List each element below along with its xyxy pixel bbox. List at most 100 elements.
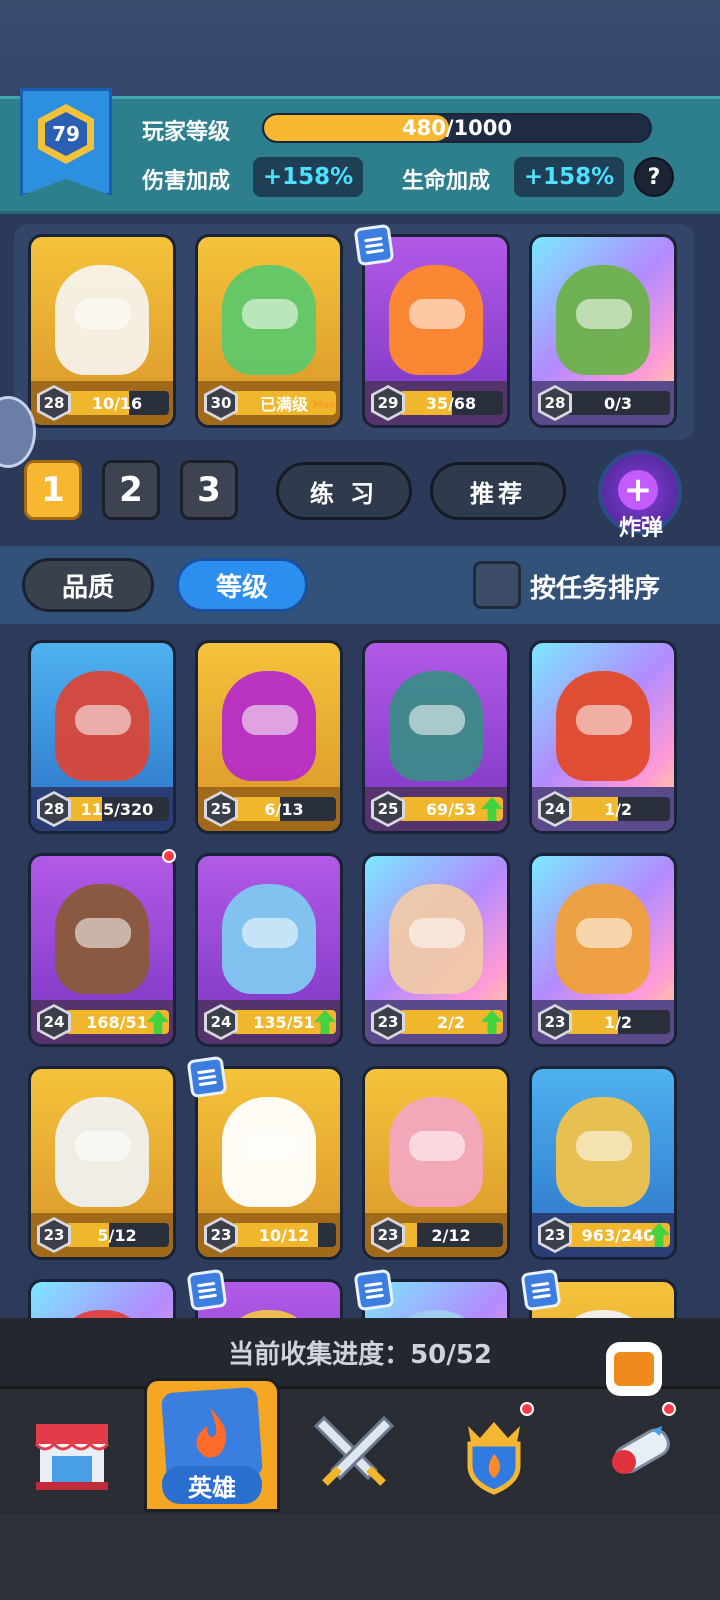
hero-shard-progress-bar: 115/320 xyxy=(65,797,169,821)
hero-shard-progress-bar: 1/2 xyxy=(566,797,670,821)
deck-hero-card[interactable]: 已满级 30 Max xyxy=(195,234,343,428)
shop-icon[interactable] xyxy=(22,1400,122,1500)
hero-info-strip: 10/12 23 xyxy=(198,1213,340,1257)
events-notification-dot xyxy=(662,1402,676,1416)
hero-level-number: 23 xyxy=(374,1220,402,1250)
deck-hero-card[interactable]: 10/16 28 xyxy=(28,234,176,428)
collection-hero-card[interactable]: 1/2 24 xyxy=(529,640,677,834)
hero-collection-grid[interactable]: 115/320 28 6/13 25 69/53 25 1/2 24 168/51 24 135/5… xyxy=(0,624,720,1318)
clipboard-line xyxy=(197,1281,216,1287)
collection-hero-card[interactable]: 963/240 23 xyxy=(529,1066,677,1260)
hero-face xyxy=(75,1131,131,1161)
hero-level-number: 25 xyxy=(374,794,402,824)
hero-level-number: 23 xyxy=(541,1007,569,1037)
events-speech-bubble xyxy=(606,1342,662,1396)
hero-level-number: 23 xyxy=(374,1007,402,1037)
damage-bonus-value: +158% xyxy=(253,157,363,197)
damage-bonus-label: 伤害加成 xyxy=(142,169,231,194)
hero-shard-progress-bar: 2/12 xyxy=(399,1223,503,1247)
collection-hero-card[interactable]: 69/53 25 xyxy=(362,640,510,834)
clipboard-line xyxy=(364,1281,383,1287)
deck-hero-card[interactable]: 0/3 28 xyxy=(529,234,677,428)
hero-shard-progress-bar: 5/12 xyxy=(65,1223,169,1247)
hero-shard-progress-text: 1/2 xyxy=(603,1012,633,1032)
clipboard-line xyxy=(364,236,383,242)
sort-by-task-checkbox[interactable] xyxy=(473,561,521,609)
deck-hero-card[interactable]: 35/68 29 xyxy=(362,234,510,428)
clipboard-line xyxy=(197,1068,216,1074)
player-level-label: 玩家等级 xyxy=(142,120,231,145)
sort-by-task-label: 按任务排序 xyxy=(530,574,661,604)
hero-face xyxy=(576,1131,632,1161)
task-clipboard-icon xyxy=(353,1268,395,1312)
hero-info-strip: 6/13 25 xyxy=(198,787,340,831)
hero-face xyxy=(576,918,632,948)
hp-bonus-label: 生命加成 xyxy=(402,169,491,194)
hero-level-number: 23 xyxy=(40,1220,68,1250)
filter-quality-button[interactable]: 品质 xyxy=(22,558,154,612)
collection-hero-card[interactable]: 6/13 25 xyxy=(195,640,343,834)
hero-level-number: 29 xyxy=(374,388,402,418)
hero-shard-progress-bar: 1/2 xyxy=(566,1010,670,1034)
hero-shard-progress-text: 5/12 xyxy=(97,1225,137,1245)
collection-hero-card[interactable]: 168/51 24 xyxy=(28,853,176,1047)
collection-hero-card[interactable]: 10/12 23 xyxy=(195,1066,343,1260)
clipboard-line xyxy=(198,1080,217,1086)
collection-hero-card[interactable]: 135/51 24 xyxy=(195,853,343,1047)
rocket-icon[interactable] xyxy=(592,1400,692,1500)
deck-tab-2[interactable]: 2 xyxy=(102,460,160,520)
hero-level-number: 28 xyxy=(40,794,68,824)
hero-shard-progress-text: 115/320 xyxy=(80,799,154,819)
clipboard-line xyxy=(364,242,384,248)
hero-shard-progress-text: 2/12 xyxy=(431,1225,471,1245)
hero-shard-progress-bar: 0/3 xyxy=(566,391,670,415)
deck-tab-3[interactable]: 3 xyxy=(180,460,238,520)
hero-info-strip: 963/240 23 xyxy=(532,1213,674,1257)
hero-face xyxy=(242,918,298,948)
hero-face xyxy=(576,299,632,329)
clipboard-line xyxy=(364,1287,384,1293)
hero-info-strip: 115/320 28 xyxy=(31,787,173,831)
hero-face xyxy=(409,918,465,948)
hero-info-strip: 10/16 28 xyxy=(31,381,173,425)
collection-hero-card[interactable]: 2/2 23 xyxy=(362,853,510,1047)
hero-face xyxy=(576,705,632,735)
hero-portrait xyxy=(556,1310,650,1318)
recommend-button[interactable]: 推荐 xyxy=(430,462,566,520)
collection-hero-card[interactable]: 2/12 23 xyxy=(362,1066,510,1260)
hero-face xyxy=(242,705,298,735)
filter-level-button[interactable]: 等级 xyxy=(176,558,308,612)
hp-bonus-value: +158% xyxy=(514,157,624,197)
hero-portrait xyxy=(55,1310,149,1318)
hero-info-strip: 已满级 30 Max xyxy=(198,381,340,425)
hero-face xyxy=(242,1131,298,1161)
bomb-label: 炸弹 xyxy=(618,516,663,541)
hero-face xyxy=(409,1131,465,1161)
hero-level-number: 25 xyxy=(207,794,235,824)
hero-shard-progress-text: 10/12 xyxy=(258,1225,310,1245)
hero-level-number: 28 xyxy=(541,388,569,418)
question-icon[interactable]: ? xyxy=(634,157,674,197)
collection-hero-card[interactable]: 1/2 23 xyxy=(529,853,677,1047)
clipboard-line xyxy=(365,1293,384,1299)
collection-hero-card[interactable] xyxy=(28,1279,176,1318)
hero-portrait xyxy=(389,1310,483,1318)
hero-face xyxy=(409,705,465,735)
player-xp-bar: 480/1000 xyxy=(262,113,652,143)
crossed-swords-icon[interactable] xyxy=(304,1400,404,1500)
clipboard-line xyxy=(197,1287,217,1293)
clipboard-line xyxy=(532,1293,551,1299)
hero-level-number: 24 xyxy=(207,1007,235,1037)
hero-info-strip: 2/2 23 xyxy=(365,1000,507,1044)
deck-tab-1[interactable]: 1 xyxy=(24,460,82,520)
hero-level-number: 30 xyxy=(207,388,235,418)
hero-shard-progress-bar: 6/13 xyxy=(232,797,336,821)
hero-shard-progress-text: 1/2 xyxy=(603,799,633,819)
collection-hero-card[interactable]: 5/12 23 xyxy=(28,1066,176,1260)
player-xp-text: 480/1000 xyxy=(402,116,512,140)
collection-hero-card[interactable]: 115/320 28 xyxy=(28,640,176,834)
hero-portrait xyxy=(222,1310,316,1318)
hero-shard-progress-text: 10/16 xyxy=(91,393,143,413)
hero-info-strip: 0/3 28 xyxy=(532,381,674,425)
practice-button[interactable]: 练 习 xyxy=(276,462,412,520)
